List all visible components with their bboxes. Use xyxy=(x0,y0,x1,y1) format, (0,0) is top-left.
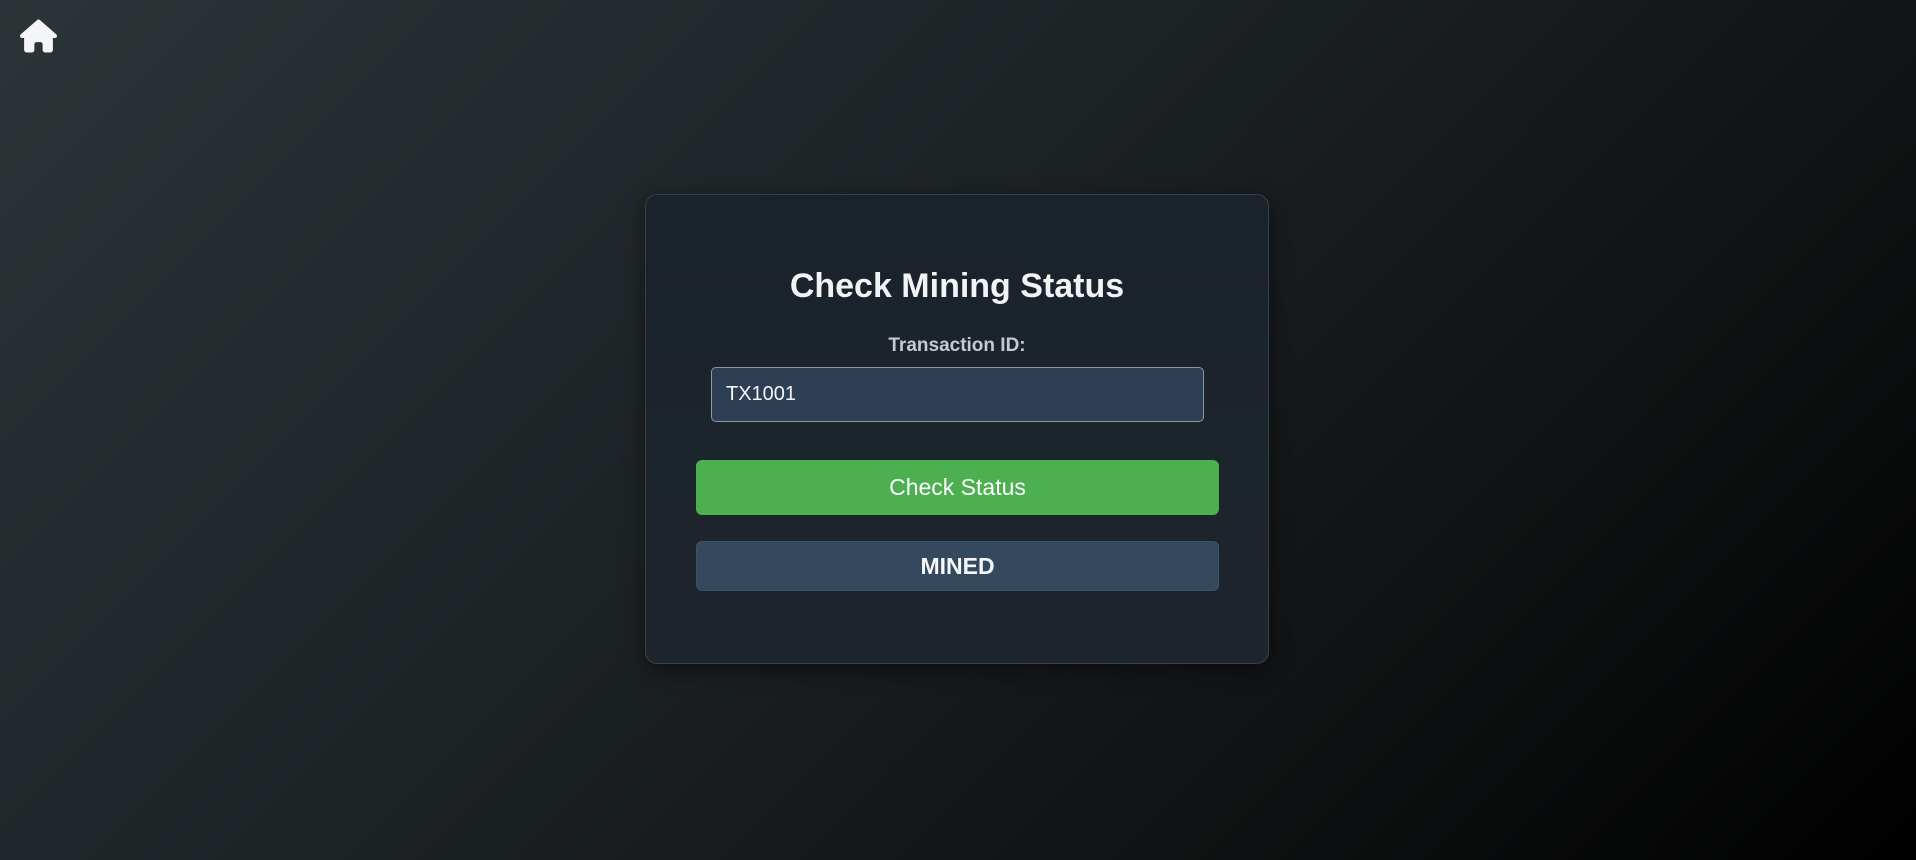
mining-status-card: Check Mining Status Transaction ID: Chec… xyxy=(645,194,1269,664)
transaction-id-input[interactable] xyxy=(711,367,1204,422)
home-link[interactable] xyxy=(20,18,57,54)
transaction-id-label: Transaction ID: xyxy=(888,335,1026,356)
check-status-button[interactable]: Check Status xyxy=(696,460,1219,515)
home-icon xyxy=(20,18,57,54)
page-title: Check Mining Status xyxy=(789,267,1125,305)
status-result: MINED xyxy=(696,541,1219,591)
